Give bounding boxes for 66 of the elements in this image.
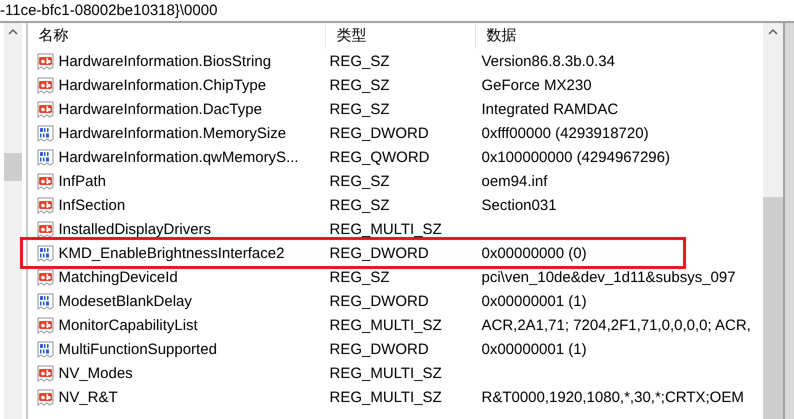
string-value-icon <box>36 268 56 286</box>
value-data: R&T0000,1920,1080,*,30,*;CRTX;OEM <box>481 388 744 406</box>
value-name[interactable]: HardwareInformation.DacType <box>58 100 262 118</box>
binary-value-icon <box>36 148 56 166</box>
value-name[interactable]: HardwareInformation.BiosString <box>58 52 272 70</box>
value-name[interactable]: MatchingDeviceId <box>58 268 178 286</box>
column-header[interactable]: 类型 <box>326 23 476 49</box>
string-value-icon <box>36 52 56 70</box>
scrollbar[interactable] <box>4 23 22 419</box>
value-data: ACR,2A1,71; 7204,2F1,71,0,0,0,0; ACR, <box>481 316 751 334</box>
value-name[interactable]: InfSection <box>58 196 126 214</box>
column-header[interactable]: 数据 <box>476 23 764 49</box>
value-data: GeForce MX230 <box>481 76 592 94</box>
value-data: Section031 <box>481 196 557 214</box>
string-value-icon <box>36 196 56 214</box>
value-name[interactable]: HardwareInformation.qwMemoryS... <box>58 148 299 166</box>
value-type: REG_DWORD <box>329 340 429 358</box>
value-data: 0x00000001 (1) <box>481 292 587 310</box>
value-name[interactable]: ModesetBlankDelay <box>58 292 192 310</box>
value-type: REG_MULTI_SZ <box>329 364 442 382</box>
value-data: pci\ven_10de&dev_1d11&subsys_097 <box>481 268 736 286</box>
value-type: REG_SZ <box>329 100 390 118</box>
value-type: REG_QWORD <box>329 148 430 166</box>
value-name[interactable]: MultiFunctionSupported <box>58 340 217 358</box>
value-name[interactable]: InfPath <box>58 172 106 190</box>
string-value-icon <box>36 76 56 94</box>
value-type: REG_SZ <box>329 76 390 94</box>
value-name[interactable]: HardwareInformation.ChipType <box>58 76 266 94</box>
value-data: 0x00000001 (1) <box>481 340 587 358</box>
value-type: REG_MULTI_SZ <box>329 220 442 238</box>
value-type: REG_MULTI_SZ <box>329 388 442 406</box>
value-name[interactable]: HardwareInformation.MemorySize <box>58 124 286 142</box>
scroll-thumb[interactable] <box>4 153 22 181</box>
scrollbar[interactable] <box>763 23 784 419</box>
value-data: oem94.inf <box>481 172 548 190</box>
value-type: REG_MULTI_SZ <box>329 316 442 334</box>
value-data: 0xfff00000 (4293918720) <box>481 124 649 142</box>
value-data: 0x100000000 (4294967296) <box>481 148 670 166</box>
binary-value-icon <box>36 292 56 310</box>
address-bar[interactable]: -11ce-bfc1-08002be10318}\0000 <box>0 0 794 23</box>
scroll-thumb[interactable] <box>763 197 784 419</box>
value-type: REG_SZ <box>329 172 390 190</box>
value-type: REG_DWORD <box>329 244 429 262</box>
value-type: REG_DWORD <box>329 292 429 310</box>
value-data: Version86.8.3b.0.34 <box>481 52 615 70</box>
binary-value-icon <box>36 340 56 358</box>
value-type: REG_SZ <box>329 196 390 214</box>
value-name[interactable]: KMD_EnableBrightnessInterface2 <box>58 244 284 262</box>
string-value-icon <box>36 316 56 334</box>
value-data: Integrated RAMDAC <box>481 100 618 118</box>
string-value-icon <box>36 100 56 118</box>
value-name[interactable]: MonitorCapabilityList <box>58 316 198 334</box>
value-type: REG_DWORD <box>329 124 429 142</box>
binary-value-icon <box>36 244 56 262</box>
value-name[interactable]: NV_R&T <box>58 388 118 406</box>
value-type: REG_SZ <box>329 268 390 286</box>
string-value-icon <box>36 364 56 382</box>
value-data: 0x00000000 (0) <box>481 244 587 262</box>
binary-value-icon <box>36 124 56 142</box>
value-name[interactable]: InstalledDisplayDrivers <box>58 220 212 238</box>
string-value-icon <box>36 220 56 238</box>
string-value-icon <box>36 172 56 190</box>
value-name[interactable]: NV_Modes <box>58 364 133 382</box>
value-type: REG_SZ <box>329 52 390 70</box>
string-value-icon <box>36 388 56 406</box>
column-header[interactable]: 名称 <box>28 23 326 49</box>
